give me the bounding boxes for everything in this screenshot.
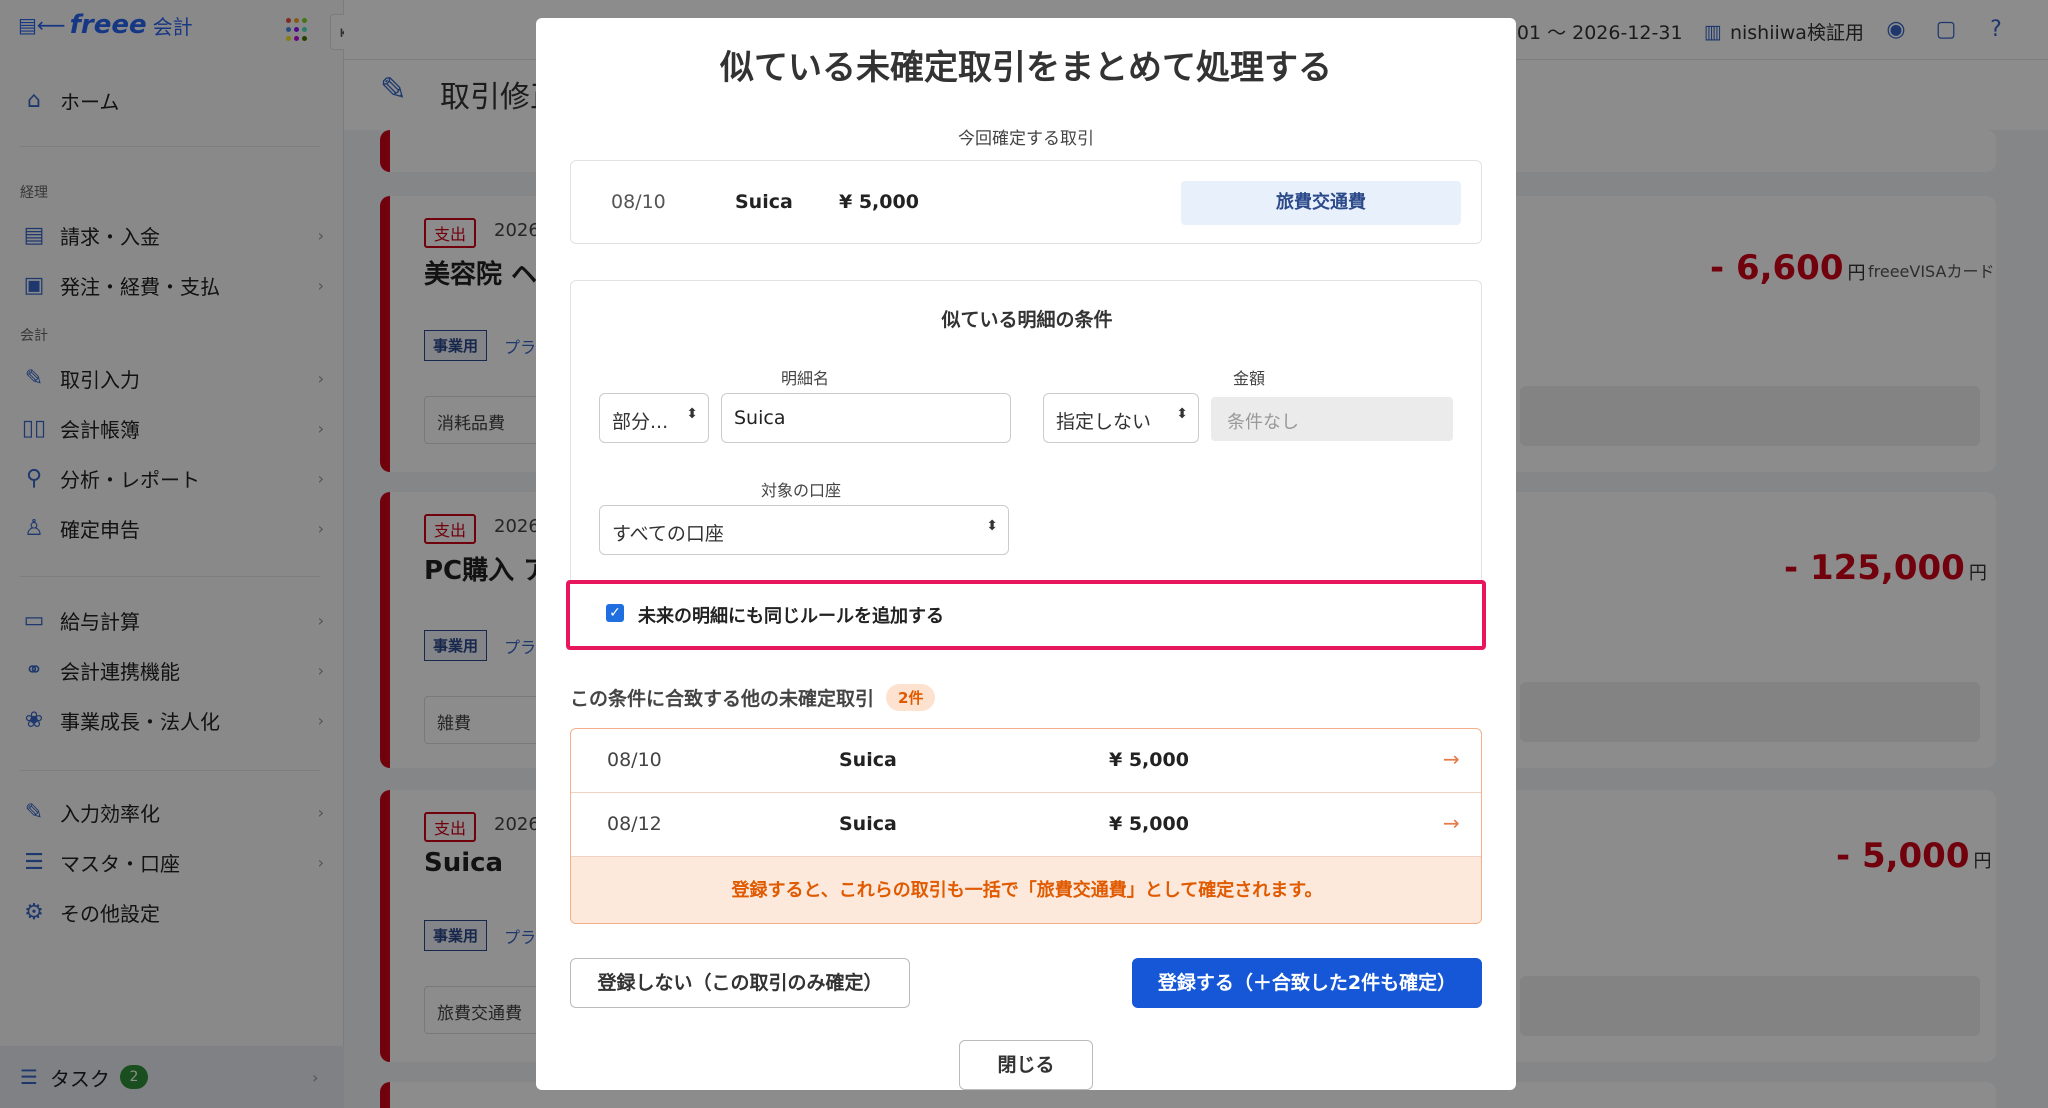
current-date: 08/10 bbox=[611, 191, 666, 213]
future-rule-option[interactable]: ✓ 未来の明細にも同じルールを追加する bbox=[566, 580, 1486, 650]
list-item[interactable]: 08/12 Suica ¥ 5,000 → bbox=[571, 793, 1481, 857]
future-rule-checkbox[interactable]: ✓ bbox=[606, 604, 624, 622]
account-select[interactable]: すべての口座 ⬍ bbox=[599, 505, 1009, 555]
similar-conditions: 似ている明細の条件 明細名 金額 部分... ⬍ Suica 指定しない ⬍ 条… bbox=[570, 280, 1482, 580]
modal-title: 似ている未確定取引をまとめて処理する bbox=[720, 48, 1332, 88]
current-transaction: 08/10 Suica ¥ 5,000 旅費交通費 bbox=[570, 160, 1482, 244]
name-input[interactable]: Suica bbox=[721, 393, 1011, 443]
select-arrow-icon: ⬍ bbox=[986, 518, 998, 534]
future-rule-label: 未来の明細にも同じルールを追加する bbox=[638, 606, 944, 627]
account-label: 対象の口座 bbox=[761, 481, 842, 500]
amount-input[interactable]: 条件なし bbox=[1211, 397, 1453, 441]
current-amount: ¥ 5,000 bbox=[839, 191, 919, 213]
no-register-button[interactable]: 登録しない（この取引のみ確定） bbox=[570, 958, 910, 1008]
arrow-right-icon[interactable]: → bbox=[1443, 747, 1460, 771]
match-type-select[interactable]: 部分... ⬍ bbox=[599, 393, 709, 443]
matches-note: 登録すると、これらの取引も一括で「旅費交通費」として確定されます。 bbox=[571, 857, 1481, 923]
name-label: 明細名 bbox=[781, 369, 830, 388]
current-category: 旅費交通費 bbox=[1181, 181, 1461, 225]
matches-count-badge: 2件 bbox=[886, 684, 936, 711]
list-item[interactable]: 08/10 Suica ¥ 5,000 → bbox=[571, 729, 1481, 793]
bulk-process-modal: 似ている未確定取引をまとめて処理する 今回確定する取引 08/10 Suica … bbox=[536, 18, 1516, 1090]
current-transaction-label: 今回確定する取引 bbox=[958, 129, 1094, 149]
matches-list: 08/10 Suica ¥ 5,000 → 08/12 Suica ¥ 5,00… bbox=[570, 728, 1482, 924]
arrow-right-icon[interactable]: → bbox=[1443, 811, 1460, 835]
close-button[interactable]: 閉じる bbox=[959, 1040, 1093, 1090]
matches-heading: この条件に合致する他の未確定取引 2件 bbox=[570, 684, 936, 711]
select-arrow-icon: ⬍ bbox=[1176, 406, 1188, 422]
select-arrow-icon: ⬍ bbox=[686, 406, 698, 422]
amount-label: 金額 bbox=[1233, 369, 1266, 388]
amount-type-select[interactable]: 指定しない ⬍ bbox=[1043, 393, 1199, 443]
current-name: Suica bbox=[735, 191, 793, 213]
conditions-title: 似ている明細の条件 bbox=[941, 309, 1113, 331]
register-button[interactable]: 登録する（＋合致した2件も確定） bbox=[1132, 958, 1482, 1008]
